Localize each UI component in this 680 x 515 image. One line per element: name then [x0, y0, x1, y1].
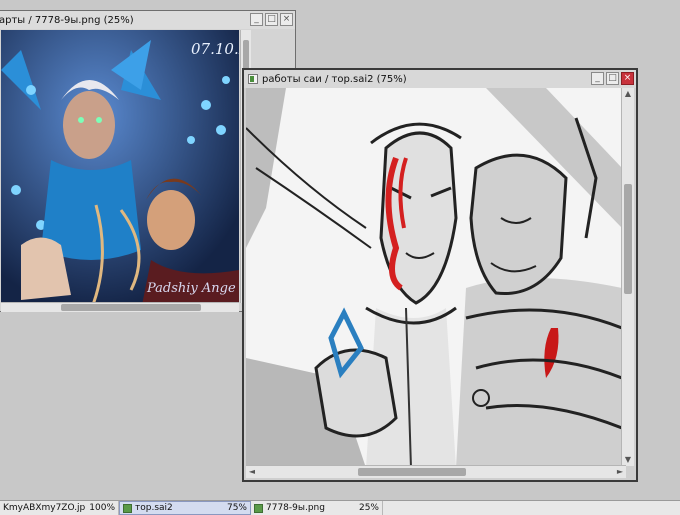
- art-canvas[interactable]: 07.10.2021 Padshiy Ange: [1, 30, 239, 310]
- artwork-date-stamp: 07.10.2021: [191, 40, 239, 58]
- task-item-zoom: 75%: [226, 503, 247, 513]
- png-document-icon: [254, 503, 263, 513]
- maximize-icon[interactable]: □: [265, 13, 278, 26]
- task-item-zoom: 100%: [89, 503, 115, 513]
- artist-signature: Padshiy Ange: [146, 281, 236, 296]
- sketch-window-titlebar[interactable]: работы саи / тор.sai2 (75%) _ □ ×: [244, 70, 636, 88]
- task-item-name: тор.sai2: [135, 503, 173, 513]
- scroll-up-arrow-icon[interactable]: ▲: [622, 88, 634, 100]
- minimize-icon[interactable]: _: [250, 13, 263, 26]
- document-icon: [248, 74, 258, 84]
- sketch-vertical-scrollbar[interactable]: ▲ ▼: [621, 88, 634, 466]
- scroll-left-arrow-icon[interactable]: ◄: [246, 466, 258, 478]
- sketch-illustration: [246, 88, 622, 468]
- art-window-titlebar[interactable]: арты / 7778-9ы.png (25%) _ □ ×: [0, 11, 295, 29]
- task-item-zoom: 25%: [358, 503, 379, 513]
- sai-document-icon: [123, 503, 132, 513]
- task-item[interactable]: 7778-9ы.png 25%: [251, 501, 383, 515]
- artwork-illustration: 07.10.2021 Padshiy Ange: [1, 30, 239, 310]
- art-horizontal-scrollbar[interactable]: [1, 302, 239, 312]
- art-window-title: арты / 7778-9ы.png (25%): [0, 14, 134, 26]
- sketch-document-window[interactable]: работы саи / тор.sai2 (75%) _ □ × ▲ ▼ ◄ …: [242, 68, 638, 482]
- task-item[interactable]: KmyABXmy7ZO.jpg 100%: [0, 501, 119, 515]
- sketch-canvas[interactable]: [246, 88, 622, 468]
- close-icon[interactable]: ×: [621, 72, 634, 85]
- minimize-icon[interactable]: _: [591, 72, 604, 85]
- document-taskbar: KmyABXmy7ZO.jpg 100% тор.sai2 75% 7778-9…: [0, 500, 680, 515]
- art-hscroll-thumb[interactable]: [61, 304, 201, 311]
- task-item-name: KmyABXmy7ZO.jpg: [3, 503, 86, 513]
- sketch-vscroll-thumb[interactable]: [624, 184, 632, 294]
- scroll-right-arrow-icon[interactable]: ►: [614, 466, 626, 478]
- task-item-active[interactable]: тор.sai2 75%: [119, 501, 251, 515]
- maximize-icon[interactable]: □: [606, 72, 619, 85]
- close-icon[interactable]: ×: [280, 13, 293, 26]
- task-item-name: 7778-9ы.png: [266, 503, 325, 513]
- sketch-window-title: работы саи / тор.sai2 (75%): [262, 73, 407, 85]
- sketch-hscroll-thumb[interactable]: [358, 468, 466, 476]
- sketch-horizontal-scrollbar[interactable]: ◄ ►: [246, 465, 626, 478]
